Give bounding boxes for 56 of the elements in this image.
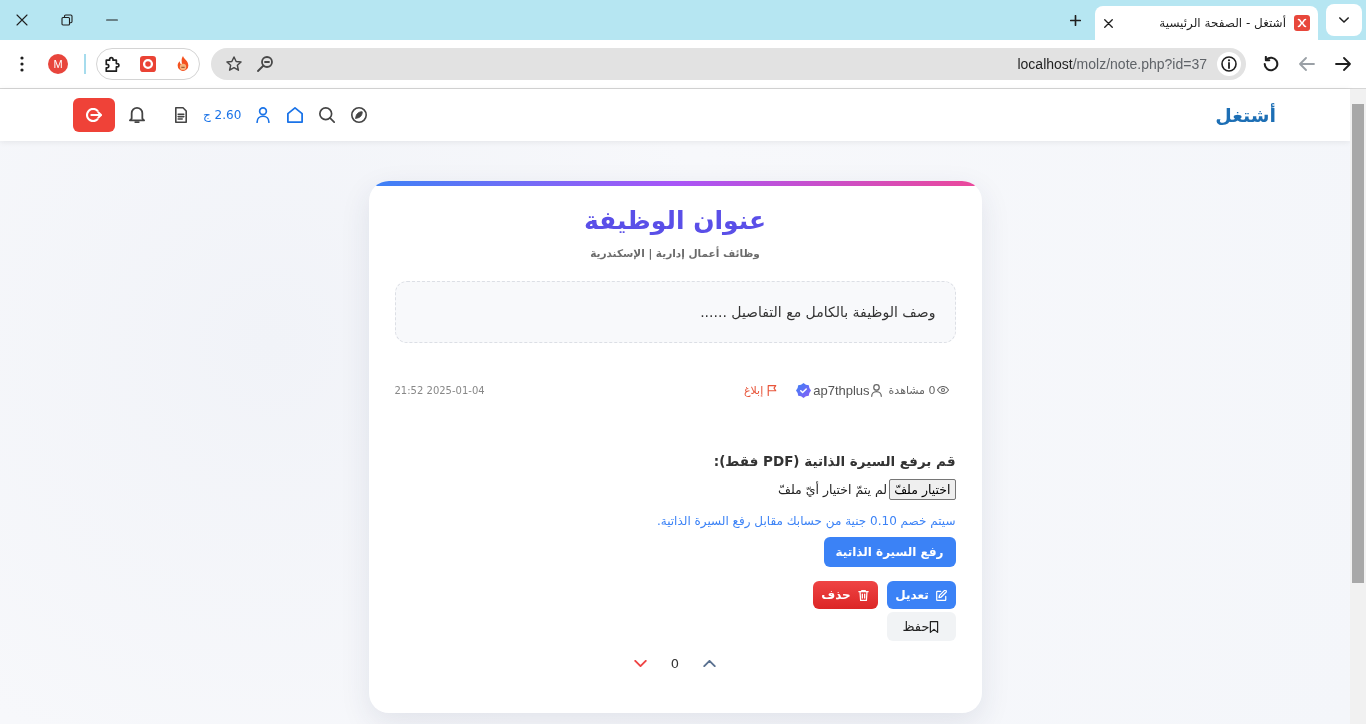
upload-button[interactable]: رفع السيرة الذاتية [823,537,956,567]
user-icon [870,383,882,397]
new-tab-icon[interactable] [1070,15,1081,26]
home-icon[interactable] [287,107,304,123]
restore-icon[interactable] [61,14,73,26]
brand-link[interactable]: أشتغل [1215,104,1276,126]
upload-label: قم برفع السيرة الذاتية (PDF فقط): [712,452,956,471]
scrollbar-thumb[interactable] [1352,104,1364,583]
fee-note: سيتم خصم 0.10 جنية من حسابك مقابل رفع السيرة الذاتية. [655,513,956,530]
downvote-icon[interactable] [633,659,647,667]
url-text: localhost/molz/note.php?id=37 [1017,56,1207,72]
logout-button[interactable] [73,98,115,132]
tab-favicon-icon [1294,15,1310,31]
close-icon[interactable] [16,14,28,26]
site-info-icon[interactable] [1217,52,1241,76]
back-arrow-icon[interactable] [1335,56,1351,72]
report-link[interactable]: إبلاغ [743,383,778,397]
post-date: 2025-01-04 21:52 [394,384,485,396]
bookmark-star-icon[interactable] [226,56,242,72]
chevron-down-icon [1339,17,1349,23]
file-status-text: لم يتمّ اختيار أيّ ملفّ [777,482,888,497]
eye-icon [936,386,949,394]
flag-icon [767,384,778,396]
user-icon[interactable] [255,107,272,123]
author-link[interactable]: ap7thplus [813,382,870,398]
edit-button[interactable]: تعديل [886,581,956,609]
puzzle-icon[interactable] [105,56,121,72]
balance-link[interactable]: 2.60 ج [203,108,242,122]
views-count: 0 مشاهدة [888,383,936,397]
bell-icon[interactable] [129,107,145,123]
reload-icon[interactable] [1263,56,1279,72]
tab-title: أشتغل - الصفحة الرئيسية [1158,16,1286,30]
delete-button[interactable]: حذف [812,581,878,609]
ring-tile-icon[interactable] [140,56,156,72]
search-icon[interactable] [319,107,336,123]
choose-file-button[interactable]: اختيار ملفّ [889,479,956,500]
kebab-menu-icon[interactable] [20,56,24,72]
browser-tab[interactable]: أشتغل - الصفحة الرئيسية [1095,6,1318,40]
edit-icon [935,589,947,601]
save-button[interactable]: حفظ [886,612,956,641]
address-bar[interactable]: localhost/molz/note.php?id=37 [211,48,1246,80]
profile-button[interactable]: M [48,54,68,74]
trash-icon [857,589,869,601]
exit-icon [86,108,102,122]
job-title: عنوان الوظيفة [582,205,768,237]
upvote-icon[interactable] [703,659,717,667]
compass-icon[interactable] [351,107,368,123]
flame-icon[interactable] [175,56,191,72]
close-tab-icon[interactable] [1104,18,1113,28]
document-icon[interactable] [173,107,189,123]
bookmark-icon [929,620,940,633]
tab-list-button[interactable] [1326,4,1362,36]
zoom-icon[interactable] [257,56,273,72]
job-subtitle: وظائف أعمال إدارية | الإسكندرية [589,245,761,261]
vote-count: 0 [670,655,680,671]
description-text: وصف الوظيفة بالكامل مع التفاصيل ...... [699,303,936,323]
